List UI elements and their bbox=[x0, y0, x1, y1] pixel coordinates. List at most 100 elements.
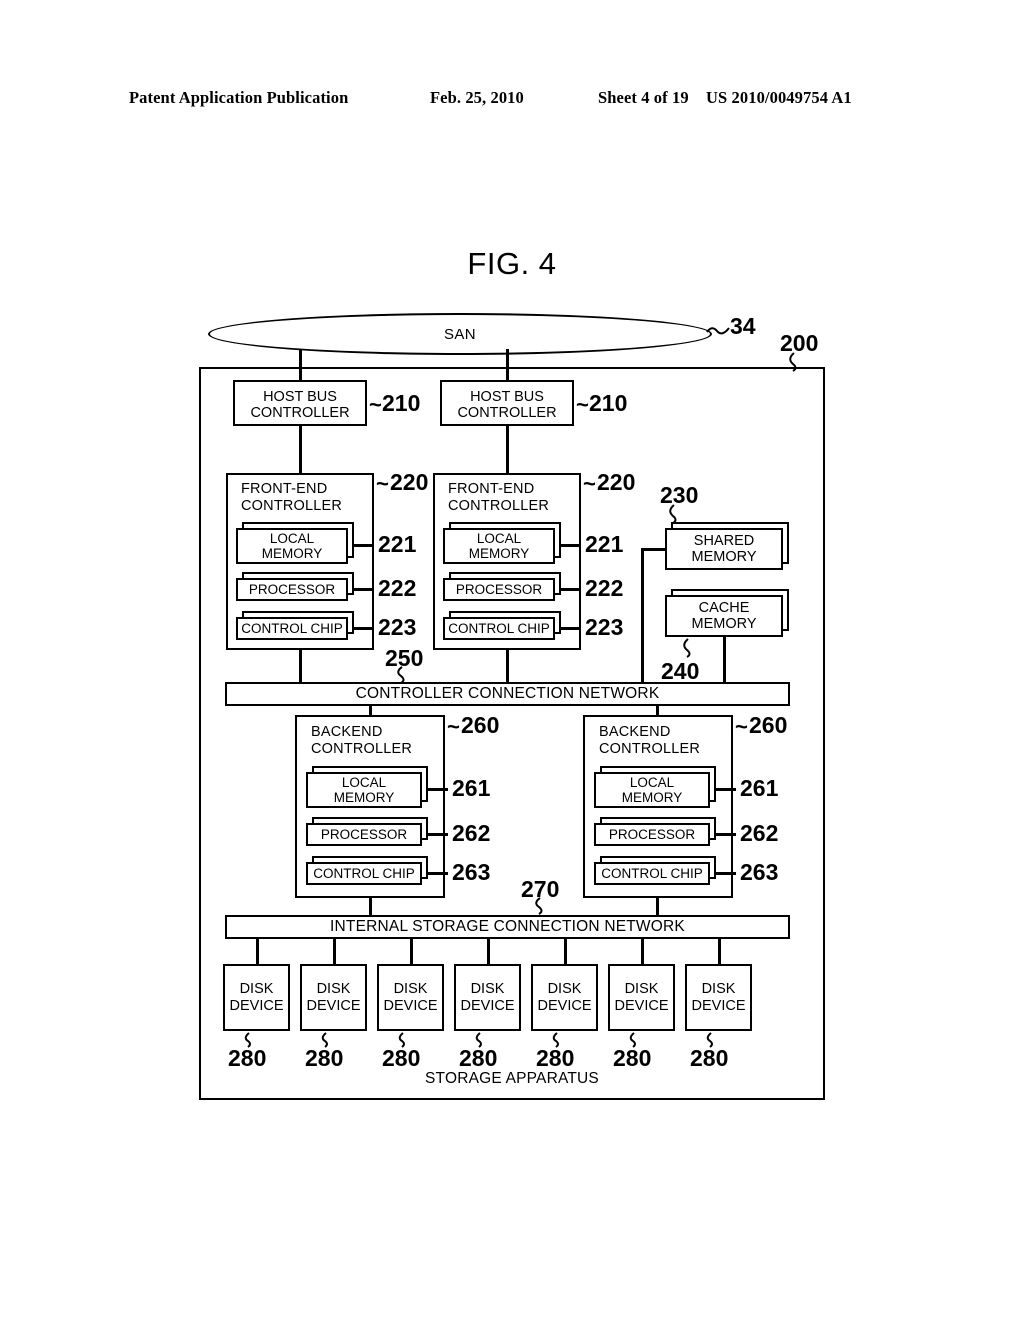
host-bus-controller-2: HOST BUS CONTROLLER bbox=[440, 380, 574, 426]
fec2-lm-line2: MEMORY bbox=[468, 546, 530, 561]
fec2-processor: PROCESSOR bbox=[443, 572, 561, 601]
ref-280-6: 280 bbox=[613, 1045, 652, 1071]
shared-memory-out-h bbox=[641, 548, 667, 551]
san-network-ellipse: SAN bbox=[208, 313, 712, 355]
ref-222-a: 222 bbox=[378, 575, 417, 601]
ref-222-b: 222 bbox=[585, 575, 624, 601]
fec2-title: FRONT-END CONTROLLER bbox=[448, 481, 549, 514]
bec1-proc-leader bbox=[426, 833, 448, 836]
bec1-lm-line2: MEMORY bbox=[333, 790, 395, 805]
disk1-line1: DISK bbox=[239, 981, 274, 998]
ref-220-a: 220 bbox=[390, 469, 429, 495]
internal-storage-connection-network: INTERNAL STORAGE CONNECTION NETWORK bbox=[225, 915, 790, 939]
fec1-lm-line1: LOCAL bbox=[269, 530, 315, 546]
disk2-line2: DEVICE bbox=[306, 997, 361, 1014]
bec1-control-chip: CONTROL CHIP bbox=[306, 856, 428, 885]
header-date: Feb. 25, 2010 bbox=[430, 88, 524, 107]
disk-drop-5 bbox=[564, 939, 567, 964]
ref-280-7: 280 bbox=[690, 1045, 729, 1071]
disk-device-4: DISK DEVICE bbox=[454, 964, 521, 1031]
fec2-proc-leader bbox=[559, 588, 581, 591]
fec1-lm-line2: MEMORY bbox=[261, 546, 323, 561]
disk-device-5: DISK DEVICE bbox=[531, 964, 598, 1031]
hbc1-line2: CONTROLLER bbox=[250, 405, 350, 422]
ref-240: 240 bbox=[661, 658, 700, 684]
disk-device-6: DISK DEVICE bbox=[608, 964, 675, 1031]
fec1-processor: PROCESSOR bbox=[236, 572, 354, 601]
controller-network-label: CONTROLLER CONNECTION NETWORK bbox=[355, 685, 660, 702]
fec2-cc-leader bbox=[559, 627, 581, 630]
disk-device-1: DISK DEVICE bbox=[223, 964, 290, 1031]
ref-280-1: 280 bbox=[228, 1045, 267, 1071]
disk-drop-4 bbox=[487, 939, 490, 964]
bec1-title: BACKEND CONTROLLER bbox=[311, 724, 412, 757]
header-patent-number: US 2010/0049754 A1 bbox=[706, 88, 852, 107]
ref-263-b: 263 bbox=[740, 859, 779, 885]
fec1-cc-leader bbox=[352, 627, 374, 630]
disk-drop-6 bbox=[641, 939, 644, 964]
hbc2-line1: HOST BUS bbox=[470, 389, 544, 405]
ref-221-b: 221 bbox=[585, 531, 624, 557]
ref-262-b: 262 bbox=[740, 820, 779, 846]
disk6-line2: DEVICE bbox=[614, 997, 669, 1014]
storage-network-ref-leader bbox=[535, 897, 543, 915]
cache-memory-line2: MEMORY bbox=[691, 616, 757, 632]
header-sheet: Sheet 4 of 19 bbox=[598, 88, 689, 107]
ref-262-a: 262 bbox=[452, 820, 491, 846]
hbc1-line1: HOST BUS bbox=[263, 389, 337, 405]
san-to-hbc1-line bbox=[299, 349, 302, 381]
bec1-proc-label: PROCESSOR bbox=[320, 826, 408, 842]
shared-memory-ref-leader bbox=[669, 504, 677, 524]
bec2-local-memory-front: LOCAL MEMORY bbox=[594, 772, 710, 808]
cache-memory-out-v bbox=[723, 637, 726, 682]
bec2-lm-line2: MEMORY bbox=[621, 790, 683, 805]
bec2-proc-leader bbox=[714, 833, 736, 836]
disk-drop-2 bbox=[333, 939, 336, 964]
bec1-lm-leader bbox=[426, 788, 448, 791]
hbc2-to-fec2-line bbox=[506, 426, 509, 473]
disk-drop-3 bbox=[410, 939, 413, 964]
bec2-local-memory: LOCAL MEMORY bbox=[594, 766, 716, 808]
fec1-control-chip-front: CONTROL CHIP bbox=[236, 617, 348, 640]
hbc1-ref-tilde: ~ bbox=[369, 392, 382, 417]
bec1-to-storage-network-line bbox=[369, 898, 372, 915]
hbc2-line2: CONTROLLER bbox=[457, 405, 557, 422]
shared-memory-line2: MEMORY bbox=[691, 549, 757, 565]
bec2-title: BACKEND CONTROLLER bbox=[599, 724, 700, 757]
disk6-line1: DISK bbox=[624, 981, 659, 998]
fec1-cc-label: CONTROL CHIP bbox=[241, 620, 343, 636]
disk5-line1: DISK bbox=[547, 981, 582, 998]
san-label: SAN bbox=[443, 325, 477, 343]
ref-221-a: 221 bbox=[378, 531, 417, 557]
cache-memory-line1: CACHE bbox=[698, 599, 750, 616]
ref-220-b: 220 bbox=[597, 469, 636, 495]
disk-device-2: DISK DEVICE bbox=[300, 964, 367, 1031]
fec1-lm-leader bbox=[352, 544, 374, 547]
controller-connection-network: CONTROLLER CONNECTION NETWORK bbox=[225, 682, 790, 706]
bec1-line1: BACKEND bbox=[311, 724, 383, 740]
bec1-cc-leader bbox=[426, 872, 448, 875]
fec1-control-chip: CONTROL CHIP bbox=[236, 611, 354, 640]
fec1-line2: CONTROLLER bbox=[241, 497, 343, 514]
fec1-local-memory: LOCAL MEMORY bbox=[236, 522, 354, 564]
header-publication: Patent Application Publication bbox=[129, 88, 349, 107]
host-bus-controller-1: HOST BUS CONTROLLER bbox=[233, 380, 367, 426]
page-header: Patent Application Publication Feb. 25, … bbox=[0, 88, 1024, 112]
cache-memory-front: CACHE MEMORY bbox=[665, 595, 783, 637]
disk-drop-1 bbox=[256, 939, 259, 964]
fec2-line2: CONTROLLER bbox=[448, 497, 550, 514]
network-to-bec2-line bbox=[656, 706, 659, 715]
bec1-cc-label: CONTROL CHIP bbox=[313, 865, 415, 881]
fec1-line1: FRONT-END bbox=[241, 481, 328, 497]
ref-280-4: 280 bbox=[459, 1045, 498, 1071]
fec1-proc-label: PROCESSOR bbox=[248, 581, 336, 597]
bec1-local-memory-front: LOCAL MEMORY bbox=[306, 772, 422, 808]
disk1-line2: DEVICE bbox=[229, 997, 284, 1014]
fec1-processor-front: PROCESSOR bbox=[236, 578, 348, 601]
san-to-hbc2-line bbox=[506, 349, 509, 381]
disk-drop-7 bbox=[718, 939, 721, 964]
bec2-cc-label: CONTROL CHIP bbox=[601, 865, 703, 881]
ref-223-b: 223 bbox=[585, 614, 624, 640]
ref-280-5: 280 bbox=[536, 1045, 575, 1071]
bec1-line2: CONTROLLER bbox=[311, 740, 413, 757]
